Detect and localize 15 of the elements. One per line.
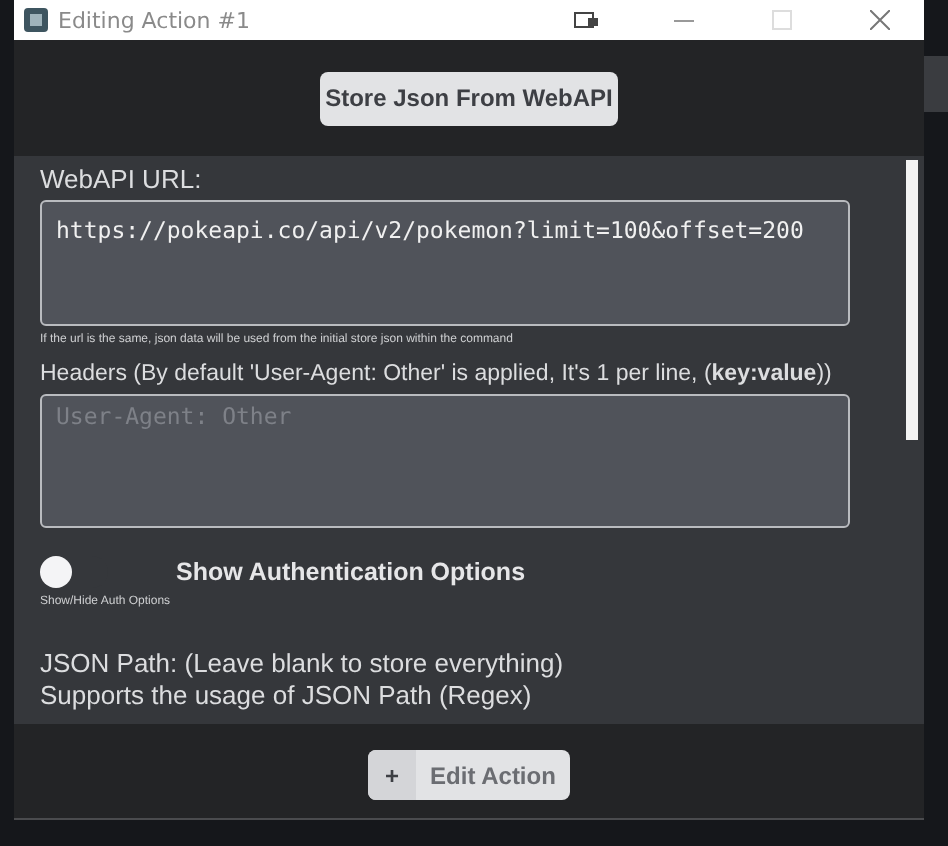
info-text: Supports the usage of JSON Path (Regex) [40, 680, 534, 712]
scrollbar-thumb[interactable] [905, 160, 917, 440]
toggle-label: Show Authentication Options [176, 558, 526, 586]
field-label: WebAPI URL: [40, 164, 204, 196]
field-label: Headers (By default 'User-Agent: Other' is applied, It's 1 per line, (key:value)) [40, 360, 834, 390]
close-icon[interactable] [870, 10, 890, 30]
edit-action-button[interactable]: + Edit Action [368, 750, 570, 800]
app-icon [24, 8, 48, 32]
window-title: Editing Action #1 [58, 7, 252, 33]
url-field[interactable]: https://pokeapi.co/api/v2/pokemon?limit=100&offset=200 [40, 200, 850, 326]
screen-icon[interactable] [574, 11, 598, 29]
info-text: JSON Path: (Leave blank to store everything) [40, 648, 566, 680]
background-window [924, 56, 948, 112]
minimize-icon[interactable] [674, 19, 694, 21]
store-json-button[interactable]: Store Json From WebAPI [320, 71, 618, 125]
